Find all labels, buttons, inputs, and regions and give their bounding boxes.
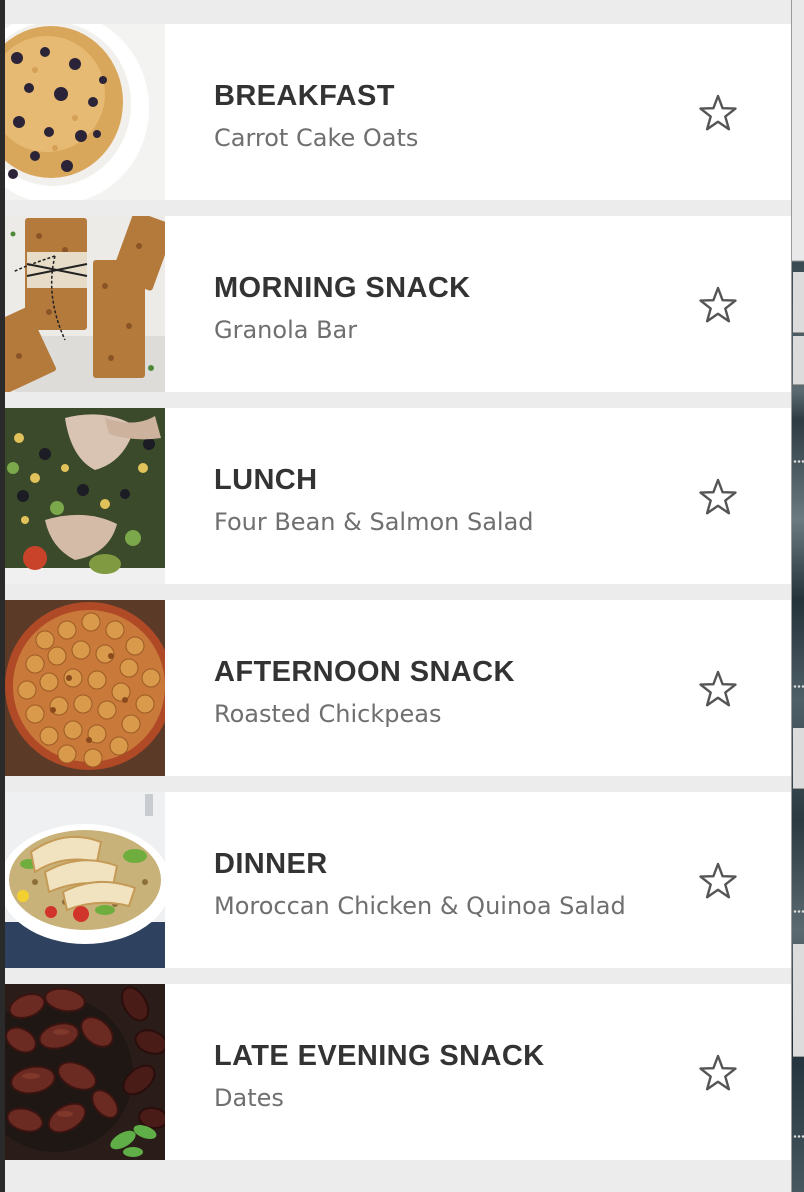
favorite-star-button[interactable] [697,668,739,710]
meal-category-title: BREAKFAST [214,80,395,112]
meal-dish-name: Moroccan Chicken & Quinoa Salad [214,892,626,920]
favorite-star-button[interactable] [697,860,739,902]
meal-card-lunch[interactable]: LUNCH Four Bean & Salmon Salad [5,408,791,584]
favorite-star-button[interactable] [697,92,739,134]
star-outline-icon [699,1054,737,1091]
background-window-strip [791,0,804,1192]
background-dots [793,910,804,913]
background-dots [793,460,804,463]
meal-text: LUNCH Four Bean & Salmon Salad [214,463,694,536]
meal-text: AFTERNOON SNACK Roasted Chickpeas [214,655,694,728]
background-thumbnail [793,728,804,789]
meal-category-title: LUNCH [214,464,318,496]
background-thumbnail [793,336,804,385]
meal-category-title: AFTERNOON SNACK [214,656,515,688]
chicken-quinoa-salad-icon [5,792,165,968]
meal-card-breakfast[interactable]: BREAKFAST Carrot Cake Oats [5,24,791,200]
meal-text: BREAKFAST Carrot Cake Oats [214,79,694,152]
baked-oats-dish-icon [5,24,165,200]
meal-text: LATE EVENING SNACK Dates [214,1039,694,1112]
meal-category-title: DINNER [214,848,328,880]
background-thumbnail [793,272,804,333]
meal-dish-name: Granola Bar [214,316,358,344]
meal-dish-name: Four Bean & Salmon Salad [214,508,534,536]
background-thumbnail [793,944,804,1057]
meal-card-morning-snack[interactable]: MORNING SNACK Granola Bar [5,216,791,392]
meal-card-late-evening-snack[interactable]: LATE EVENING SNACK Dates [5,984,791,1160]
favorite-star-button[interactable] [697,476,739,518]
meal-category-title: MORNING SNACK [214,272,471,304]
meal-dish-name: Roasted Chickpeas [214,700,442,728]
meal-text: DINNER Moroccan Chicken & Quinoa Salad [214,847,694,920]
favorite-star-button[interactable] [697,284,739,326]
favorite-star-button[interactable] [697,1052,739,1094]
roasted-chickpeas-icon [5,600,165,776]
salmon-salad-icon [5,408,165,584]
star-outline-icon [699,286,737,323]
meal-dish-name: Carrot Cake Oats [214,124,419,152]
meal-card-afternoon-snack[interactable]: AFTERNOON SNACK Roasted Chickpeas [5,600,791,776]
background-dots [793,685,804,688]
dates-bowl-icon [5,984,165,1160]
background-dots [793,1135,804,1138]
window-divider [791,0,792,1192]
meal-text: MORNING SNACK Granola Bar [214,271,694,344]
meal-card-dinner[interactable]: DINNER Moroccan Chicken & Quinoa Salad [5,792,791,968]
meal-dish-name: Dates [214,1084,284,1112]
meal-category-title: LATE EVENING SNACK [214,1040,545,1072]
star-outline-icon [699,478,737,515]
star-outline-icon [699,670,737,707]
granola-bars-icon [5,216,165,392]
star-outline-icon [699,94,737,131]
star-outline-icon [699,862,737,899]
